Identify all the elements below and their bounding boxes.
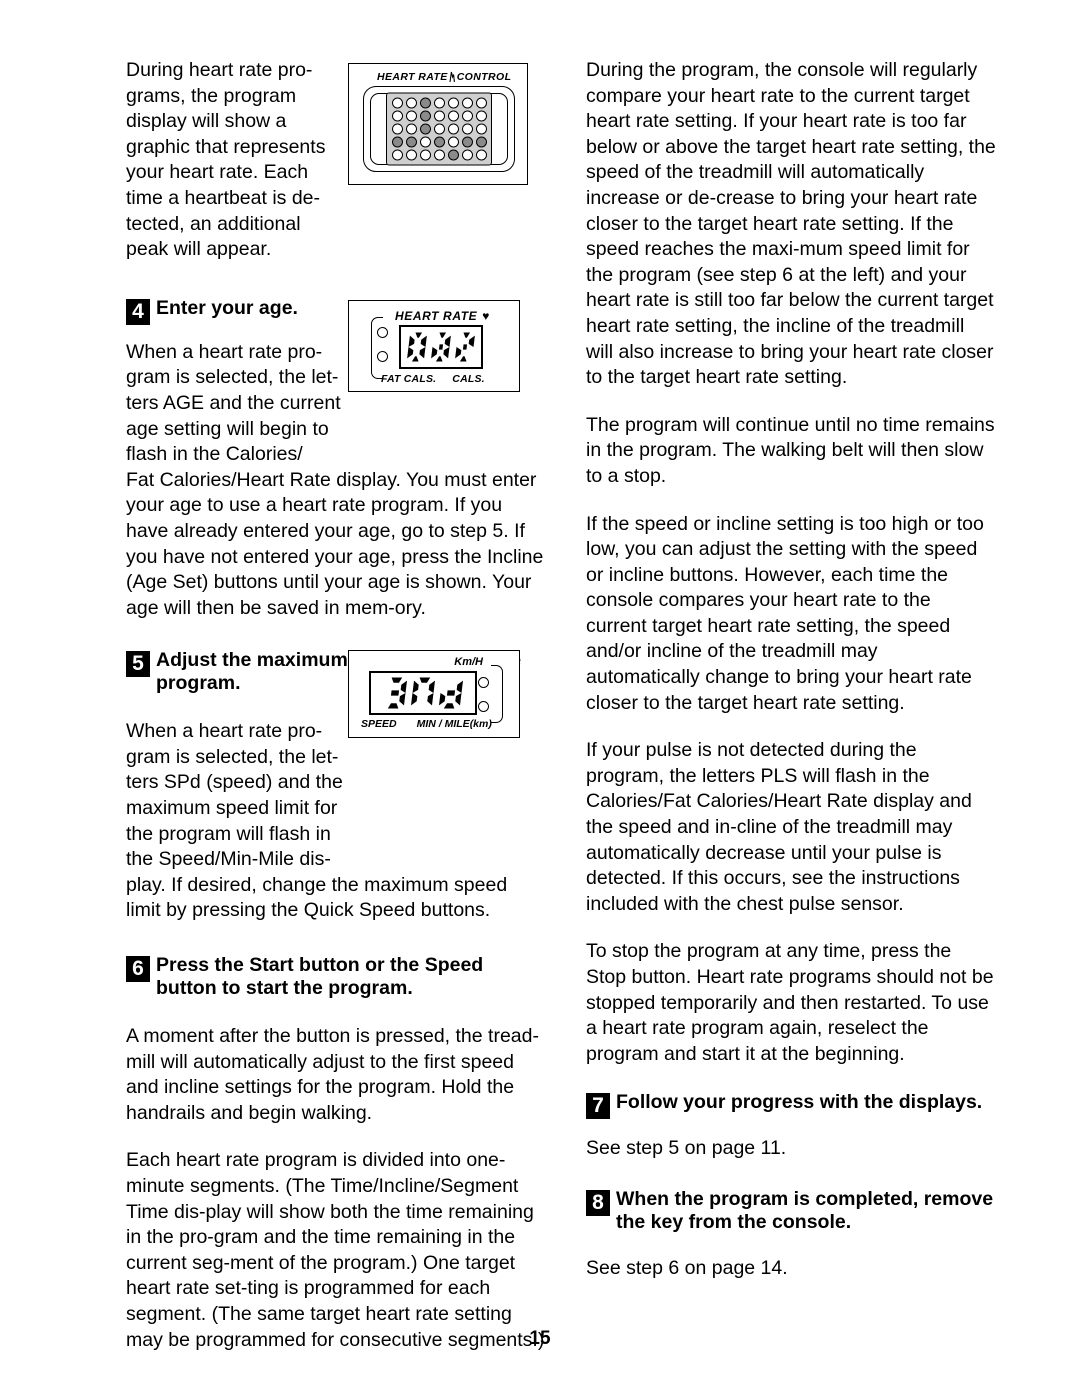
figure-heart-rate-control: HEART RATE CONTROL bbox=[348, 63, 528, 185]
step-8-number: 8 bbox=[586, 1189, 610, 1216]
speed-led-indicator-1 bbox=[478, 677, 489, 688]
hrc-label-part1: HEART RATE bbox=[377, 71, 448, 83]
matrix-dot-0-0 bbox=[391, 97, 403, 109]
step-7-body: See step 5 on page 11. bbox=[586, 1137, 787, 1160]
age-segment-value bbox=[407, 331, 476, 364]
right-paragraph-2: The program will continue until no time … bbox=[586, 413, 995, 487]
heart-rate-dot-matrix bbox=[386, 92, 492, 166]
matrix-dot-0-4 bbox=[447, 97, 459, 109]
matrix-dot-3-6 bbox=[475, 136, 487, 148]
matrix-dot-2-0 bbox=[391, 123, 403, 135]
ecg-spike-icon bbox=[448, 71, 457, 83]
heart-icon: ♥ bbox=[482, 309, 490, 323]
step-6-heading: 6 Press the Start button or the Speedbut… bbox=[126, 954, 546, 1000]
age-bottom-label-left: FAT CALS. bbox=[381, 373, 437, 385]
step-7-title: Follow your progress with the displays. bbox=[616, 1091, 983, 1114]
step-8-heading: 8 When the program is completed, remove … bbox=[586, 1188, 996, 1234]
seven-segment-char-P bbox=[410, 677, 436, 706]
speed-kmh-label: Km/H bbox=[454, 656, 483, 668]
matrix-dot-3-1 bbox=[405, 136, 417, 148]
right-paragraph-4: If your pulse is not detected during the… bbox=[586, 739, 972, 915]
matrix-dot-1-6 bbox=[475, 110, 487, 122]
age-top-label-text: HEART RATE bbox=[395, 309, 478, 323]
matrix-dot-2-3 bbox=[433, 123, 445, 135]
matrix-dot-3-5 bbox=[461, 136, 473, 148]
speed-segment-value bbox=[383, 676, 464, 711]
right-paragraph-5: To stop the program at any time, press t… bbox=[586, 940, 994, 1065]
step-6-body-1: A moment after the button is pressed, th… bbox=[126, 1025, 539, 1124]
seven-segment-char-A bbox=[407, 332, 427, 362]
seven-segment-char-S bbox=[387, 677, 408, 709]
heart-rate-control-label: HEART RATE CONTROL bbox=[377, 71, 511, 83]
right-column: During the program, the console will reg… bbox=[586, 58, 996, 1304]
figure-age-display: HEART RATE ♥ FAT CALS. CALS. bbox=[348, 300, 520, 392]
manual-page: During heart rate pro-grams, the program… bbox=[0, 0, 1080, 1397]
age-lcd-box bbox=[399, 325, 483, 369]
hrc-label-part2: CONTROL bbox=[456, 71, 512, 83]
step-4-body-wide: Fat Calories/Heart Rate display. You mus… bbox=[126, 468, 544, 619]
right-paragraph-1: During the program, the console will reg… bbox=[586, 59, 996, 389]
matrix-dot-4-5 bbox=[461, 149, 473, 161]
hrc-bezel-inner bbox=[370, 92, 508, 166]
matrix-dot-4-6 bbox=[475, 149, 487, 161]
matrix-dot-1-1 bbox=[405, 110, 417, 122]
matrix-dot-1-4 bbox=[447, 110, 459, 122]
step-5-body-wide: play. If desired, change the maximum spe… bbox=[126, 873, 508, 922]
speed-bottom-labels: SPEED MIN / MILE(km) bbox=[361, 718, 492, 730]
matrix-dot-2-5 bbox=[461, 123, 473, 135]
speed-bottom-label-left: SPEED bbox=[361, 718, 397, 730]
speed-bottom-label-right: MIN / MILE(km) bbox=[416, 718, 492, 730]
matrix-dot-2-2 bbox=[419, 123, 431, 135]
age-top-label: HEART RATE ♥ bbox=[395, 309, 490, 323]
matrix-dot-0-3 bbox=[433, 97, 445, 109]
step-6-title-part2: button to start the program. bbox=[156, 977, 413, 1000]
step-7-heading: 7 Follow your progress with the displays… bbox=[586, 1091, 996, 1120]
figure-speed-display: Km/H SPEED MIN / MILE(km) bbox=[348, 650, 520, 738]
matrix-dot-3-0 bbox=[391, 136, 403, 148]
step-5-number: 5 bbox=[126, 651, 150, 678]
right-paragraph-3: If the speed or incline setting is too h… bbox=[586, 512, 984, 714]
matrix-dot-3-4 bbox=[447, 136, 459, 148]
page-number: 15 bbox=[529, 1328, 551, 1349]
matrix-dot-1-2 bbox=[419, 110, 431, 122]
step-5-body-narrow: When a heart rate pro-gram is selected, … bbox=[126, 720, 343, 871]
age-bottom-label-right: CALS. bbox=[452, 373, 485, 385]
matrix-dot-1-5 bbox=[461, 110, 473, 122]
matrix-dot-1-3 bbox=[433, 110, 445, 122]
matrix-dot-4-1 bbox=[405, 149, 417, 161]
speed-lcd-box bbox=[369, 671, 477, 715]
step-6-title-part1: Press the Start button or the Speed bbox=[156, 954, 484, 977]
seven-segment-char-G bbox=[431, 332, 451, 362]
matrix-dot-2-6 bbox=[475, 123, 487, 135]
seven-segment-char-E bbox=[455, 332, 475, 362]
step-8-title: When the program is completed, remove th… bbox=[616, 1187, 994, 1233]
seven-segment-char-d bbox=[438, 680, 464, 709]
matrix-dot-4-3 bbox=[433, 149, 445, 161]
matrix-dot-2-1 bbox=[405, 123, 417, 135]
age-led-indicator-2 bbox=[377, 351, 388, 362]
matrix-dot-4-0 bbox=[391, 149, 403, 161]
matrix-dot-1-0 bbox=[391, 110, 403, 122]
matrix-dot-0-1 bbox=[405, 97, 417, 109]
hrc-bezel-outer bbox=[363, 86, 515, 172]
intro-paragraph: During heart rate pro-grams, the program… bbox=[126, 59, 326, 261]
step-6-body-2: Each heart rate program is divided into … bbox=[126, 1149, 545, 1351]
step-7-number: 7 bbox=[586, 1093, 610, 1120]
age-bottom-labels: FAT CALS. CALS. bbox=[381, 373, 485, 385]
matrix-dot-4-4 bbox=[447, 149, 459, 161]
matrix-dot-0-6 bbox=[475, 97, 487, 109]
matrix-dot-3-2 bbox=[419, 136, 431, 148]
matrix-dot-4-2 bbox=[419, 149, 431, 161]
step-8-body: See step 6 on page 14. bbox=[586, 1256, 788, 1279]
matrix-dot-0-5 bbox=[461, 97, 473, 109]
step-4-body-narrow: When a heart rate pro-gram is selected, … bbox=[126, 340, 341, 466]
step-4-number: 4 bbox=[126, 298, 150, 325]
speed-indicator-bracket bbox=[491, 665, 503, 723]
matrix-dot-3-3 bbox=[433, 136, 445, 148]
matrix-dot-2-4 bbox=[447, 123, 459, 135]
step-6-number: 6 bbox=[126, 956, 150, 983]
age-led-indicator-1 bbox=[377, 327, 388, 338]
matrix-dot-0-2 bbox=[419, 97, 431, 109]
speed-led-indicator-2 bbox=[478, 701, 489, 712]
